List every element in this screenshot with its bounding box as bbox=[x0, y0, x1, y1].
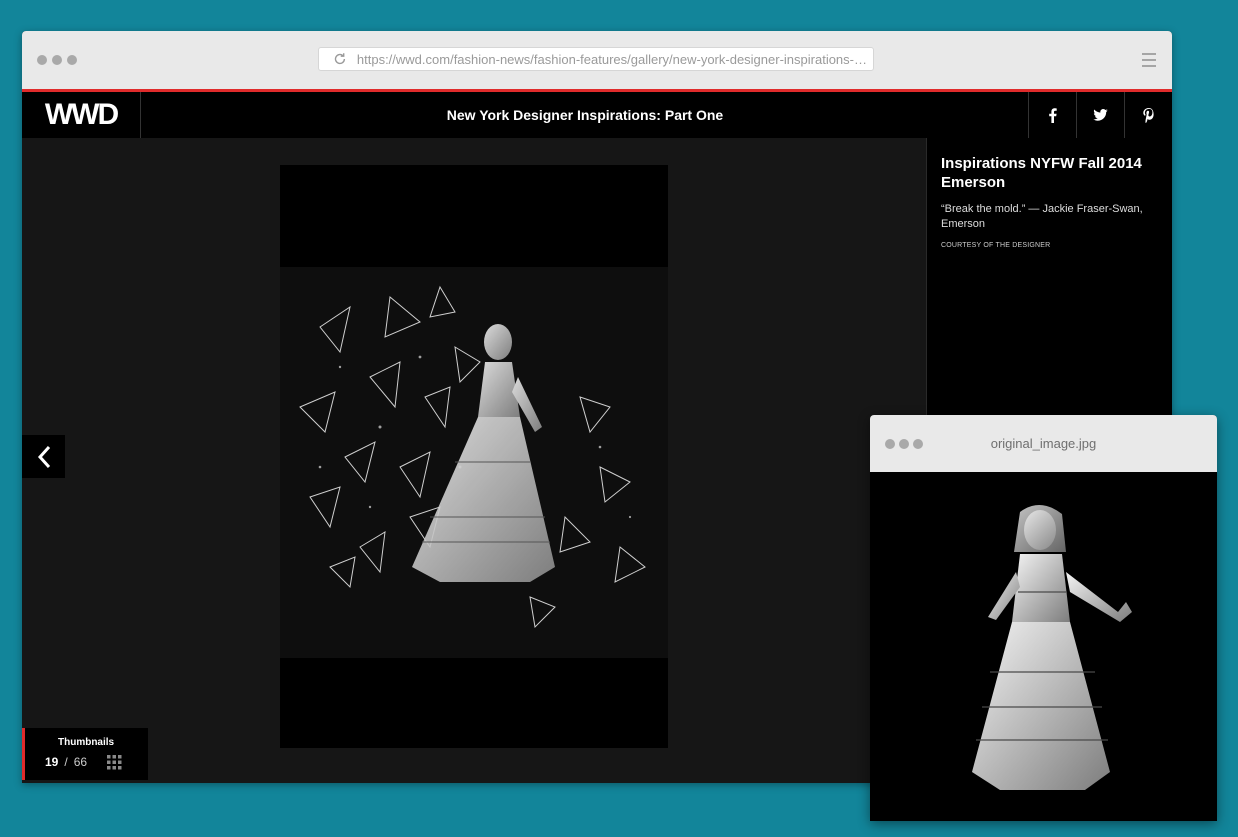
facebook-icon bbox=[1049, 107, 1057, 123]
twitter-share-button[interactable] bbox=[1076, 92, 1124, 138]
slide-counter: 19 / 66 bbox=[45, 755, 87, 769]
pinterest-icon bbox=[1143, 107, 1154, 123]
original-image-window: original_image.jpg bbox=[870, 415, 1217, 821]
hamburger-menu-icon[interactable] bbox=[1142, 53, 1156, 67]
popup-filename: original_image.jpg bbox=[990, 436, 1097, 451]
thumbnails-label[interactable]: Thumbnails bbox=[58, 737, 114, 748]
twitter-icon bbox=[1093, 109, 1108, 121]
original-image-figurine bbox=[870, 472, 1217, 821]
wwd-logo[interactable]: WWD bbox=[22, 92, 141, 138]
photo-credit: COURTESY OF THE DESIGNER bbox=[941, 242, 1051, 249]
url-text[interactable]: https://wwd.com/fashion-news/fashion-fea… bbox=[357, 52, 873, 67]
grid-icon[interactable] bbox=[107, 755, 122, 770]
current-slide-number: 19 bbox=[45, 755, 59, 769]
window-dot[interactable] bbox=[67, 55, 77, 65]
gallery-stage: Thumbnails 19 / 66 bbox=[22, 138, 926, 783]
counter-separator: / bbox=[64, 755, 68, 769]
thumbnails-bar[interactable]: Thumbnails 19 / 66 bbox=[22, 728, 148, 780]
total-slides-number: 66 bbox=[73, 755, 88, 769]
site-header: WWD New York Designer Inspirations: Part… bbox=[22, 92, 1172, 139]
glass-figurine-illustration bbox=[972, 504, 1132, 790]
caption-title: Inspirations NYFW Fall 2014 Emerson bbox=[941, 155, 1142, 191]
popup-titlebar[interactable]: original_image.jpg bbox=[870, 415, 1217, 472]
chevron-left-icon bbox=[37, 445, 50, 468]
pinterest-share-button[interactable] bbox=[1124, 92, 1172, 138]
social-share bbox=[1028, 92, 1172, 138]
facebook-share-button[interactable] bbox=[1028, 92, 1076, 138]
previous-slide-button[interactable] bbox=[22, 435, 65, 478]
window-dot[interactable] bbox=[52, 55, 62, 65]
window-controls[interactable] bbox=[37, 55, 77, 65]
window-dot[interactable] bbox=[37, 55, 47, 65]
caption-quote: “Break the mold.” — Jackie Fraser-Swan, … bbox=[941, 203, 1143, 230]
shattered-figurine-illustration bbox=[299, 285, 646, 629]
address-bar[interactable]: https://wwd.com/fashion-news/fashion-fea… bbox=[318, 47, 874, 71]
reload-icon[interactable] bbox=[333, 52, 347, 66]
gallery-title: New York Designer Inspirations: Part One bbox=[446, 107, 724, 123]
browser-toolbar: https://wwd.com/fashion-news/fashion-fea… bbox=[22, 31, 1172, 92]
slide-image-shattered-glass-figurine[interactable] bbox=[280, 267, 668, 658]
